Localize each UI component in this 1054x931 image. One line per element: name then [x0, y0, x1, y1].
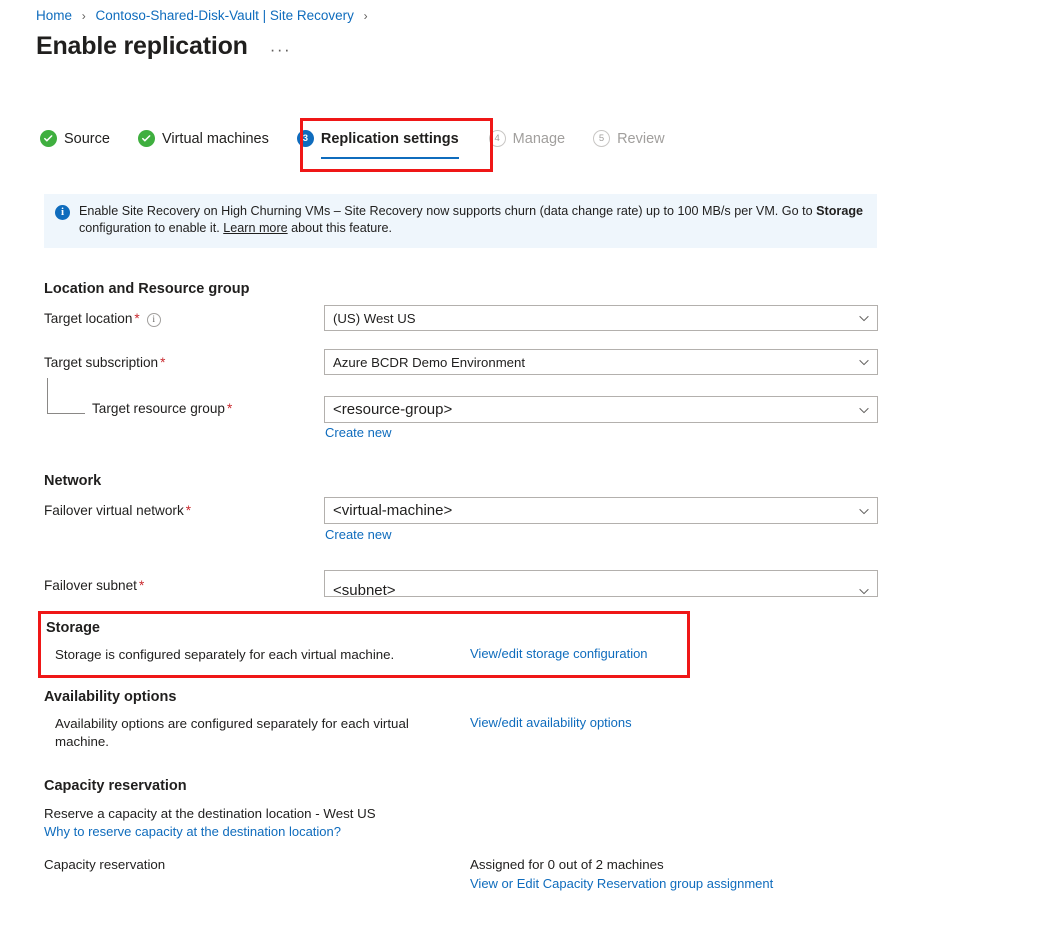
wizard-step-virtual-machines[interactable]: Virtual machines — [138, 130, 269, 149]
view-edit-capacity-reservation-link[interactable]: View or Edit Capacity Reservation group … — [470, 876, 773, 891]
dropdown-value: (US) West US — [333, 311, 857, 326]
page-header: Enable replication ··· — [36, 32, 291, 61]
capacity-reservation-row-label: Capacity reservation — [44, 856, 165, 874]
step-number-badge: 5 — [593, 130, 610, 147]
page-title: Enable replication — [36, 32, 248, 61]
chevron-down-icon — [857, 584, 871, 598]
capacity-description: Reserve a capacity at the destination lo… — [44, 805, 376, 823]
availability-description: Availability options are configured sepa… — [55, 715, 455, 751]
required-asterisk: * — [139, 578, 144, 593]
label-failover-subnet-text: Failover subnet — [44, 578, 137, 593]
label-failover-virtual-network-text: Failover virtual network — [44, 503, 184, 518]
dropdown-value: <virtual-machine> — [333, 502, 857, 519]
step-number-badge: 4 — [489, 130, 506, 147]
info-banner-text: Enable Site Recovery on High Churning VM… — [79, 203, 865, 237]
wizard-step-label: Virtual machines — [162, 131, 269, 147]
dropdown-value: <subnet> — [333, 582, 857, 599]
breadcrumb: Home › Contoso-Shared-Disk-Vault | Site … — [36, 8, 374, 23]
step-number-badge: 3 — [297, 130, 314, 147]
wizard-step-replication-settings[interactable]: 3 Replication settings — [297, 130, 459, 149]
wizard-step-source[interactable]: Source — [40, 130, 110, 149]
info-icon: i — [55, 205, 70, 220]
wizard-steps: Source Virtual machines 3 Replication se… — [40, 130, 665, 149]
section-heading-storage: Storage — [46, 620, 100, 636]
chevron-down-icon — [857, 403, 871, 417]
dropdown-failover-subnet[interactable]: <subnet> — [324, 570, 878, 597]
create-new-resource-group-link[interactable]: Create new — [325, 425, 391, 440]
chevron-down-icon — [857, 355, 871, 369]
section-heading-availability: Availability options — [44, 689, 176, 705]
wizard-step-review[interactable]: 5 Review — [593, 130, 665, 149]
required-asterisk: * — [227, 401, 232, 416]
wizard-step-label: Replication settings — [321, 131, 459, 147]
dropdown-target-subscription[interactable]: Azure BCDR Demo Environment — [324, 349, 878, 375]
dropdown-value: Azure BCDR Demo Environment — [333, 355, 857, 370]
highlight-box-storage-section — [38, 611, 690, 678]
label-target-location: Target location* i — [44, 311, 161, 327]
wizard-step-label: Review — [617, 131, 665, 147]
info-text-part-2: configuration to enable it. — [79, 221, 223, 235]
info-tooltip-icon[interactable]: i — [147, 313, 161, 327]
dropdown-failover-virtual-network[interactable]: <virtual-machine> — [324, 497, 878, 524]
wizard-step-label: Manage — [513, 131, 565, 147]
required-asterisk: * — [160, 355, 165, 370]
required-asterisk: * — [134, 311, 139, 326]
info-text-part-3: about this feature. — [288, 221, 392, 235]
label-target-resource-group-text: Target resource group — [92, 401, 225, 416]
section-heading-location: Location and Resource group — [44, 281, 249, 297]
dropdown-target-location[interactable]: (US) West US — [324, 305, 878, 331]
create-new-virtual-network-link[interactable]: Create new — [325, 527, 391, 542]
more-actions-icon[interactable]: ··· — [270, 45, 291, 61]
section-heading-network: Network — [44, 473, 101, 489]
wizard-step-manage[interactable]: 4 Manage — [489, 130, 565, 149]
capacity-assigned-status: Assigned for 0 out of 2 machines — [470, 856, 664, 874]
label-target-location-text: Target location — [44, 311, 132, 326]
dropdown-value: <resource-group> — [333, 401, 857, 418]
check-circle-icon — [138, 130, 155, 147]
why-reserve-capacity-link[interactable]: Why to reserve capacity at the destinati… — [44, 824, 341, 839]
dropdown-target-resource-group[interactable]: <resource-group> — [324, 396, 878, 423]
view-edit-storage-configuration-link[interactable]: View/edit storage configuration — [470, 646, 648, 661]
chevron-down-icon — [857, 504, 871, 518]
view-edit-availability-options-link[interactable]: View/edit availability options — [470, 715, 632, 730]
active-step-underline — [321, 157, 459, 159]
info-text-storage-emphasis: Storage — [816, 204, 863, 218]
wizard-step-label: Source — [64, 131, 110, 147]
info-banner: i Enable Site Recovery on High Churning … — [44, 194, 877, 248]
breadcrumb-separator-icon-2: › — [364, 9, 368, 23]
breadcrumb-separator-icon: › — [82, 9, 86, 23]
chevron-down-icon — [857, 311, 871, 325]
section-heading-capacity: Capacity reservation — [44, 778, 187, 794]
breadcrumb-item-home[interactable]: Home — [36, 8, 72, 23]
storage-description: Storage is configured separately for eac… — [55, 646, 394, 664]
breadcrumb-item-vault[interactable]: Contoso-Shared-Disk-Vault | Site Recover… — [96, 8, 354, 23]
check-circle-icon — [40, 130, 57, 147]
label-failover-virtual-network: Failover virtual network* — [44, 503, 191, 518]
label-target-subscription-text: Target subscription — [44, 355, 158, 370]
label-target-subscription: Target subscription* — [44, 355, 165, 370]
label-target-resource-group: Target resource group* — [92, 401, 232, 416]
label-failover-subnet: Failover subnet* — [44, 578, 144, 593]
tree-connector-line — [47, 378, 85, 414]
info-text-part-1: Enable Site Recovery on High Churning VM… — [79, 204, 816, 218]
learn-more-link[interactable]: Learn more — [223, 221, 287, 235]
required-asterisk: * — [186, 503, 191, 518]
